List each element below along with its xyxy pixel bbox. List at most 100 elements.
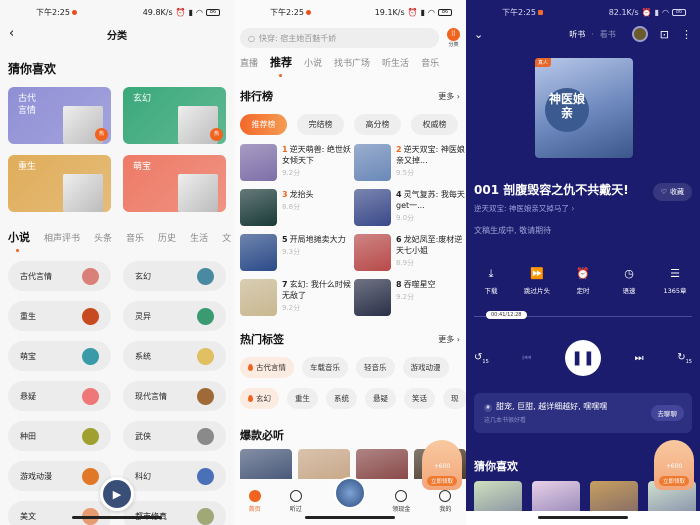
hit-book-cover[interactable] [298, 449, 350, 479]
home-indicator [538, 516, 628, 519]
category-pill[interactable]: 现代言情 [123, 381, 226, 411]
hot-tag[interactable]: 玄幻 [240, 388, 279, 409]
home-tab-1[interactable]: 推荐 [270, 54, 292, 77]
nav-profile[interactable]: 我的 [439, 490, 451, 513]
ranking-tab[interactable]: 完结榜 [297, 114, 344, 135]
book-name-link[interactable]: 逆天双宝: 神医娘亲又掉马了 › [474, 203, 574, 214]
nav-home[interactable]: 首页 [248, 490, 261, 513]
recommend-book-cover[interactable] [474, 481, 522, 515]
narrator-avatar[interactable] [631, 26, 648, 42]
nav-history[interactable]: 听过 [289, 490, 302, 513]
hot-tag[interactable]: 悬疑 [365, 388, 396, 409]
ranking-more-link[interactable]: 更多 › [438, 91, 460, 102]
reward-float-button[interactable]: +600 立即领取 [654, 440, 694, 490]
chapter-list-button[interactable]: ☰ 1365章 [658, 268, 692, 296]
recommend-book-cover[interactable] [590, 481, 638, 515]
ranking-tab[interactable]: 高分榜 [354, 114, 401, 135]
mode-tab-read[interactable]: 看书 [600, 29, 616, 40]
featured-card[interactable]: 玄幻热 [123, 87, 226, 144]
hot-tag[interactable]: 笑话 [404, 388, 435, 409]
go-chat-button[interactable]: 去聊聊 [650, 405, 684, 421]
book-title: 逆天萌兽: 绝世妖女倾天下 [282, 145, 351, 165]
ranking-tab[interactable]: 权威榜 [411, 114, 458, 135]
tab-3[interactable]: 音乐 [126, 231, 144, 244]
hot-tag[interactable]: 重生 [287, 388, 318, 409]
category-pill[interactable]: 重生 [8, 301, 111, 331]
ranking-item[interactable]: 3 龙抬头 8.8分 [240, 189, 352, 229]
category-pill[interactable]: 系统 [123, 341, 226, 371]
download-button[interactable]: ⤓ 下载 [474, 268, 508, 296]
ranking-item[interactable]: 4 灵气复苏: 我每天get一... 9.0分 [354, 189, 466, 229]
hot-tag[interactable]: 古代言情 [240, 357, 294, 378]
category-pill[interactable]: 游戏动漫 [8, 461, 111, 491]
ranking-item[interactable]: 7 玄幻: 我什么时候无敌了 9.2分 [240, 279, 352, 319]
hot-tag[interactable]: 系统 [326, 388, 357, 409]
home-tab-5[interactable]: 音乐 [421, 56, 439, 69]
forward-15-button[interactable]: ↻15 [677, 352, 692, 365]
category-pill[interactable]: 种田 [8, 421, 111, 451]
featured-card[interactable]: 重生 [8, 155, 111, 212]
ranking-item[interactable]: 6 龙妃凤至:废材逆天七小姐 8.9分 [354, 234, 466, 274]
progress-time-handle[interactable]: 00:41/12:28 [485, 311, 527, 319]
ranking-item[interactable]: 5 开局地摊卖大力 9.3分 [240, 234, 352, 274]
back-button[interactable]: ‹ [9, 26, 14, 41]
category-pill[interactable]: 悬疑 [8, 381, 111, 411]
category-pill[interactable]: 古代言情 [8, 261, 111, 291]
hot-tag[interactable]: 现 [443, 388, 466, 409]
rank-number: 3 [282, 190, 288, 199]
home-tab-4[interactable]: 听生活 [382, 56, 409, 69]
now-playing-disc[interactable] [334, 477, 366, 509]
collapse-chevron-icon[interactable]: ⌄ [474, 28, 483, 41]
previous-chapter-button[interactable]: ⏮ [522, 353, 531, 364]
category-pill[interactable]: 美文 [8, 501, 111, 525]
ranking-item[interactable]: 8 吞噬星空 9.2分 [354, 279, 466, 319]
search-input[interactable]: ○ 快穿: 宿主她百魅千娇 [240, 28, 439, 48]
mode-tab-listen[interactable]: 听书 [569, 29, 585, 40]
book-score: 8.9分 [396, 259, 415, 267]
comment-icon[interactable]: ⊡ [660, 28, 669, 41]
nav-coin[interactable]: 领现金 [392, 490, 410, 513]
category-button[interactable]: ⠿ 分类 [447, 28, 460, 48]
tab-6[interactable]: 文 [222, 231, 231, 244]
hot-tag[interactable]: 车载音乐 [302, 357, 348, 378]
category-pill[interactable]: 科幻 [123, 461, 226, 491]
speed-button[interactable]: ◷ 语速 [612, 268, 646, 296]
ranking-item[interactable]: 1 逆天萌兽: 绝世妖女倾天下 9.2分 [240, 144, 352, 184]
hot-tag[interactable]: 游戏动漫 [402, 357, 449, 378]
favorite-button[interactable]: ♡ 收藏 [652, 183, 692, 201]
reward-label: 立即领取 [426, 476, 457, 486]
reward-float-button[interactable]: +600 立即领取 [422, 440, 462, 490]
home-tab-3[interactable]: 找书广场 [334, 56, 370, 69]
recommend-book-cover[interactable] [532, 481, 580, 515]
rewind-15-button[interactable]: ↺15 [474, 352, 489, 365]
hit-book-cover[interactable] [356, 449, 408, 479]
category-pill[interactable]: 武侠 [123, 421, 226, 451]
tab-5[interactable]: 生活 [190, 231, 208, 244]
hot-tags-more-link[interactable]: 更多 › [438, 334, 460, 345]
tab-1[interactable]: 相声评书 [44, 231, 80, 244]
ranking-tab[interactable]: 推荐榜 [240, 114, 287, 135]
home-tab-0[interactable]: 直播 [240, 56, 258, 69]
tab-4[interactable]: 历史 [158, 231, 176, 244]
ranking-title: 排行榜 [240, 90, 273, 103]
skip-intro-button[interactable]: ⏩ 跳过片头 [520, 268, 554, 296]
category-pill[interactable]: 灵异 [123, 301, 226, 331]
category-pill[interactable]: 玄幻 [123, 261, 226, 291]
tab-0[interactable]: 小说 [8, 229, 30, 252]
hot-tag[interactable]: 轻音乐 [356, 357, 395, 378]
more-icon[interactable]: ⋮ [681, 28, 692, 41]
category-pill[interactable]: 萌宝 [8, 341, 111, 371]
alarm-icon: ⏰ [175, 7, 186, 17]
tab-2[interactable]: 头条 [94, 231, 112, 244]
home-tab-2[interactable]: 小说 [304, 56, 322, 69]
book-cover [240, 189, 277, 226]
category-pill[interactable]: 都市修真 [123, 501, 226, 525]
pause-button[interactable]: ❚❚ [564, 340, 601, 376]
hit-book-cover[interactable] [240, 449, 292, 479]
ranking-item[interactable]: 2 逆天双宝: 神医娘亲又掉... 9.5分 [354, 144, 466, 184]
featured-card[interactable]: 古代 言情热 [8, 87, 111, 144]
alarm-button[interactable]: ⏰ 定时 [566, 268, 600, 296]
featured-card[interactable]: 萌宝 [123, 155, 226, 212]
mini-player-button[interactable]: ▶ [100, 477, 134, 511]
next-chapter-button[interactable]: ⏭ [635, 353, 644, 364]
